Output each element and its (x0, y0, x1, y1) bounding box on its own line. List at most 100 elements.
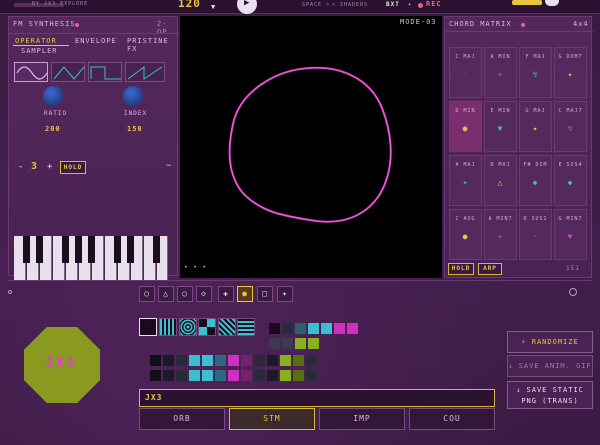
texture-diagonal[interactable] (218, 318, 236, 336)
octave-down-button[interactable]: - (18, 162, 24, 172)
piano-black-key[interactable] (23, 236, 30, 263)
piano-black-key[interactable] (62, 236, 69, 263)
piano-black-key[interactable] (88, 236, 95, 263)
color-swatch[interactable] (280, 370, 291, 381)
save-png-button[interactable]: ↓ SAVE STATIC PNG (TRANS) (507, 381, 593, 409)
color-swatch[interactable] (189, 355, 200, 366)
color-swatch[interactable] (306, 355, 317, 366)
color-swatch[interactable] (347, 323, 358, 334)
piano-black-key[interactable] (153, 236, 160, 263)
mode-dropdown[interactable]: BXT (386, 1, 400, 8)
chord-cell[interactable]: E MIN ▼ (484, 101, 517, 152)
visualizer-canvas[interactable]: MODE-03 • • • (180, 16, 442, 278)
color-swatch[interactable] (282, 323, 293, 334)
color-swatch[interactable] (241, 370, 252, 381)
play-button[interactable]: ▶ (237, 0, 257, 14)
color-swatch[interactable] (228, 370, 239, 381)
chord-cell[interactable]: C MAJ7 ↯ (554, 101, 587, 152)
tempo-value[interactable]: 120 (178, 0, 201, 10)
tempo-down-icon[interactable]: ▼ (211, 3, 216, 11)
piano-black-key[interactable] (36, 236, 43, 263)
collapse-button[interactable]: − (166, 161, 172, 171)
tab-sampler[interactable]: SAMPLER (21, 47, 58, 55)
shape-dot-button[interactable]: ● (237, 286, 253, 302)
tab-orb[interactable]: ORB (139, 408, 225, 430)
chord-cell[interactable]: G MIN7 ▼ (554, 209, 587, 260)
color-swatch[interactable] (150, 355, 161, 366)
chord-cell[interactable]: A MAJ ✦ (449, 155, 482, 206)
shape-diamond-button[interactable]: ◇ (196, 286, 212, 302)
tab-operator[interactable]: OPERATOR (15, 37, 57, 45)
ratio-knob[interactable] (43, 86, 63, 106)
piano-black-key[interactable] (114, 236, 121, 263)
texture-rings[interactable] (179, 318, 197, 336)
color-swatch[interactable] (150, 370, 161, 381)
shape-ring-button[interactable]: ○ (177, 286, 193, 302)
rec-label[interactable]: REC (426, 0, 442, 8)
chord-cell[interactable]: D SUS2 · (519, 209, 552, 260)
color-swatch[interactable] (306, 370, 317, 381)
octave-up-button[interactable]: + (47, 162, 53, 172)
chord-cell[interactable]: C MAJ · (449, 47, 482, 98)
chord-cell[interactable]: D MAJ △ (484, 155, 517, 206)
color-swatch[interactable] (293, 370, 304, 381)
volume-knob[interactable] (545, 0, 559, 6)
color-swatch[interactable] (241, 355, 252, 366)
color-swatch[interactable] (202, 370, 213, 381)
chevron-down-icon[interactable]: ▾ (408, 2, 412, 8)
color-swatch[interactable] (295, 323, 306, 334)
shape-circle-button[interactable]: ○ (139, 286, 155, 302)
color-swatch[interactable] (308, 338, 319, 349)
chord-cell[interactable]: A MIN + (484, 47, 517, 98)
color-swatch[interactable] (267, 370, 278, 381)
color-swatch[interactable] (202, 355, 213, 366)
chord-cell[interactable]: E SUS4 ◆ (554, 155, 587, 206)
chord-cell[interactable]: F# DIM ◆ (519, 155, 552, 206)
save-gif-button[interactable]: ↓ SAVE ANIM. GIF (507, 355, 593, 377)
color-swatch[interactable] (254, 355, 265, 366)
chord-cell[interactable]: F MAJ ↯ (519, 47, 552, 98)
chord-cell[interactable]: A MIN7 + (484, 209, 517, 260)
logo-text-input[interactable]: JX3 (139, 389, 495, 407)
color-swatch[interactable] (176, 355, 187, 366)
chord-hold-button[interactable]: HOLD (448, 263, 474, 275)
waveform-saw[interactable] (125, 62, 165, 82)
piano-black-key[interactable] (127, 236, 134, 263)
color-swatch[interactable] (280, 355, 291, 366)
color-swatch[interactable] (282, 338, 293, 349)
color-swatch[interactable] (295, 338, 306, 349)
color-swatch[interactable] (176, 370, 187, 381)
color-swatch[interactable] (163, 355, 174, 366)
color-swatch[interactable] (269, 323, 280, 334)
color-swatch[interactable] (228, 355, 239, 366)
color-swatch[interactable] (269, 338, 280, 349)
tab-envelope[interactable]: ENVELOPE (75, 37, 117, 45)
color-swatch[interactable] (321, 323, 332, 334)
waveform-triangle[interactable] (51, 62, 85, 82)
tab-pristine-fx[interactable]: PRISTINE FX (127, 37, 177, 53)
texture-grid[interactable] (159, 318, 177, 336)
piano-black-key[interactable] (75, 236, 82, 263)
color-swatch[interactable] (334, 323, 345, 334)
right-ring-icon[interactable] (569, 288, 577, 296)
chord-cell[interactable]: C AUG ● (449, 209, 482, 260)
waveform-sine[interactable] (14, 62, 48, 82)
arp-button[interactable]: ARP (478, 263, 502, 275)
tab-imp[interactable]: IMP (319, 408, 405, 430)
chord-cell[interactable]: G DOM7 ✦ (554, 47, 587, 98)
color-swatch[interactable] (215, 370, 226, 381)
shape-star-button[interactable]: ✦ (277, 286, 293, 302)
texture-spiral[interactable] (198, 318, 216, 336)
shape-square-button[interactable]: □ (257, 286, 273, 302)
chord-cell[interactable]: G MAJ ✦ (519, 101, 552, 152)
color-swatch[interactable] (308, 323, 319, 334)
chord-cell[interactable]: D MIN ● (449, 101, 482, 152)
synth-hold-button[interactable]: HOLD (60, 161, 86, 174)
index-knob[interactable] (123, 86, 143, 106)
color-swatch[interactable] (267, 355, 278, 366)
color-swatch[interactable] (254, 370, 265, 381)
shape-cross-button[interactable]: ✚ (218, 286, 234, 302)
shape-triangle-button[interactable]: △ (158, 286, 174, 302)
color-swatch[interactable] (189, 370, 200, 381)
tab-stm[interactable]: STM (229, 408, 315, 430)
